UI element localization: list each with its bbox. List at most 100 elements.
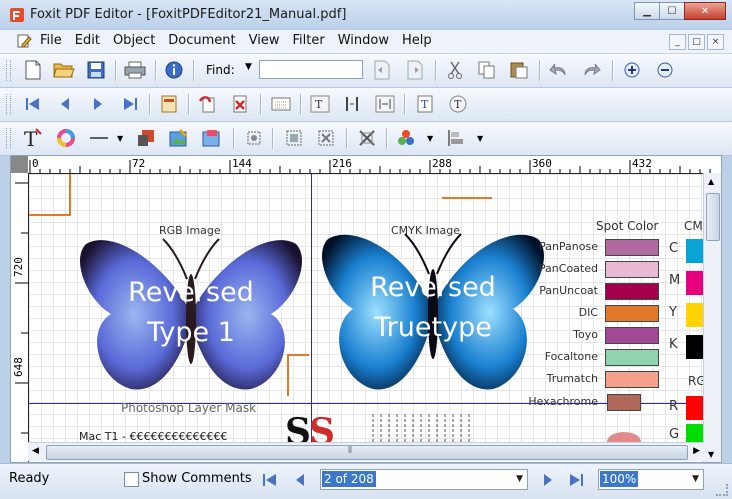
scroll-left-icon[interactable]: ◀ — [32, 446, 39, 456]
ruler-label: 72 — [132, 157, 146, 170]
status-previous-page-icon[interactable] — [290, 469, 310, 491]
zoom-value[interactable]: 100% — [600, 471, 639, 487]
document-view[interactable]: 0 72 144 216 288 360 432 720 648 RGB Ima… — [10, 155, 722, 463]
vertical-scrollbar[interactable]: ▲ ▼ — [703, 173, 721, 462]
menu-view[interactable]: View — [249, 33, 280, 48]
redo-icon[interactable] — [580, 59, 602, 81]
align-columns-icon[interactable] — [341, 93, 363, 115]
shape-icon[interactable] — [135, 127, 157, 149]
line-tool-dropdown[interactable]: ▼ — [117, 134, 123, 143]
save-icon[interactable] — [85, 59, 107, 81]
crop-marker — [29, 214, 71, 216]
color-wheel-icon[interactable] — [55, 127, 77, 149]
menu-file[interactable]: File — [40, 33, 62, 48]
pdf-page[interactable]: RGB Image Reversed Type 1 CMYK Image Rev… — [29, 174, 704, 446]
insert-page-icon[interactable] — [196, 93, 218, 115]
font-icon[interactable]: T — [447, 93, 469, 115]
text-insert-icon[interactable]: T — [22, 127, 44, 149]
svg-text:T: T — [454, 98, 462, 111]
page-number-value[interactable]: 2 of 208 — [322, 471, 376, 487]
first-page-icon[interactable] — [22, 93, 44, 115]
menu-window[interactable]: Window — [338, 33, 389, 48]
toolbar-grip[interactable] — [6, 128, 11, 149]
menu-document[interactable]: Document — [168, 33, 235, 48]
print-icon[interactable] — [124, 59, 146, 81]
page-dropdown-icon[interactable]: ▼ — [516, 474, 523, 484]
find-options-dropdown[interactable]: ▼ — [245, 62, 252, 72]
maximize-button[interactable]: ☐ — [659, 2, 685, 20]
paste-icon[interactable] — [508, 59, 530, 81]
ss-logo-image: S S — [285, 411, 335, 446]
toolbar-grip[interactable] — [6, 94, 11, 115]
zoom-out-icon[interactable] — [654, 59, 676, 81]
text-object-icon[interactable]: T — [414, 93, 436, 115]
find-previous-icon[interactable] — [371, 59, 393, 81]
rgb-swatch-label: R — [669, 399, 679, 414]
info-icon[interactable] — [163, 59, 185, 81]
find-next-icon[interactable] — [404, 59, 426, 81]
rgb-butterfly-image[interactable]: Reversed Type 1 — [71, 219, 311, 399]
cut-icon[interactable] — [444, 59, 466, 81]
scroll-down-icon[interactable]: ▼ — [708, 450, 714, 459]
text-tool-icon[interactable]: T — [309, 93, 331, 115]
resize-grip-icon[interactable] — [716, 484, 728, 496]
ruler-label: 144 — [232, 157, 252, 170]
status-first-page-icon[interactable] — [260, 469, 280, 491]
scroll-up-icon[interactable]: ▲ — [708, 177, 714, 186]
clip-object-icon[interactable] — [356, 127, 378, 149]
mdi-minimize-button[interactable]: _ — [669, 34, 686, 50]
show-comments-checkbox[interactable] — [124, 472, 139, 487]
show-comments-label[interactable]: Show Comments — [142, 471, 252, 486]
scroll-right-icon[interactable]: ▶ — [693, 446, 700, 456]
status-next-page-icon[interactable] — [538, 469, 558, 491]
image-object-icon[interactable] — [200, 127, 222, 149]
find-input[interactable] — [259, 60, 363, 79]
cmyk-heading: CM — [684, 219, 703, 233]
undo-icon[interactable] — [548, 59, 570, 81]
delete-page-icon[interactable] — [229, 93, 251, 115]
status-text: Ready — [9, 471, 50, 486]
last-page-icon[interactable] — [119, 93, 141, 115]
copy-icon[interactable] — [476, 59, 498, 81]
zoom-field[interactable]: 100% ▼ — [598, 469, 704, 490]
page-number-field[interactable]: 2 of 208 ▼ — [320, 469, 528, 490]
mdi-restore-button[interactable]: □ — [688, 34, 705, 50]
new-document-icon[interactable] — [22, 59, 44, 81]
cmyk-butterfly-image[interactable]: Reversed Truetype — [313, 214, 553, 404]
horizontal-scroll-thumb[interactable] — [46, 445, 688, 460]
fill-color-icon[interactable] — [395, 127, 417, 149]
toolbar-grip[interactable] — [6, 60, 11, 81]
distribute-icon[interactable] — [374, 93, 396, 115]
mdi-close-button[interactable]: × — [707, 34, 724, 50]
menu-filter[interactable]: Filter — [293, 33, 325, 48]
rgb-swatch — [686, 396, 704, 420]
vertical-guide[interactable] — [311, 174, 312, 446]
svg-text:T: T — [421, 98, 429, 111]
group-objects-icon[interactable] — [283, 127, 305, 149]
menu-edit[interactable]: Edit — [75, 33, 100, 48]
open-folder-icon[interactable] — [53, 59, 75, 81]
line-tool-icon[interactable] — [88, 127, 110, 149]
align-objects-dropdown[interactable]: ▼ — [477, 134, 483, 143]
ungroup-objects-icon[interactable] — [315, 127, 337, 149]
cmyk-swatch-label: M — [669, 273, 681, 288]
minimize-button[interactable]: ▁ — [634, 2, 660, 20]
edit-image-icon[interactable] — [167, 127, 189, 149]
grid-icon[interactable] — [270, 93, 292, 115]
vertical-scroll-thumb[interactable] — [706, 193, 720, 241]
previous-page-icon[interactable] — [54, 93, 76, 115]
menu-help[interactable]: Help — [402, 33, 432, 48]
navigation-toolbar: T T T — [0, 88, 732, 122]
page-properties-icon[interactable] — [158, 93, 180, 115]
fill-color-dropdown[interactable]: ▼ — [427, 134, 433, 143]
close-button[interactable]: ✕ — [684, 2, 726, 20]
zoom-in-icon[interactable] — [621, 59, 643, 81]
menu-object[interactable]: Object — [113, 33, 155, 48]
cmyk-swatch — [686, 335, 704, 359]
status-last-page-icon[interactable] — [566, 469, 586, 491]
rotate-object-icon[interactable] — [243, 127, 265, 149]
zoom-dropdown-icon[interactable]: ▼ — [692, 474, 699, 484]
horizontal-scrollbar[interactable]: ◀ ⦀ ▶ — [28, 442, 704, 461]
align-objects-icon[interactable] — [445, 127, 467, 149]
next-page-icon[interactable] — [87, 93, 109, 115]
